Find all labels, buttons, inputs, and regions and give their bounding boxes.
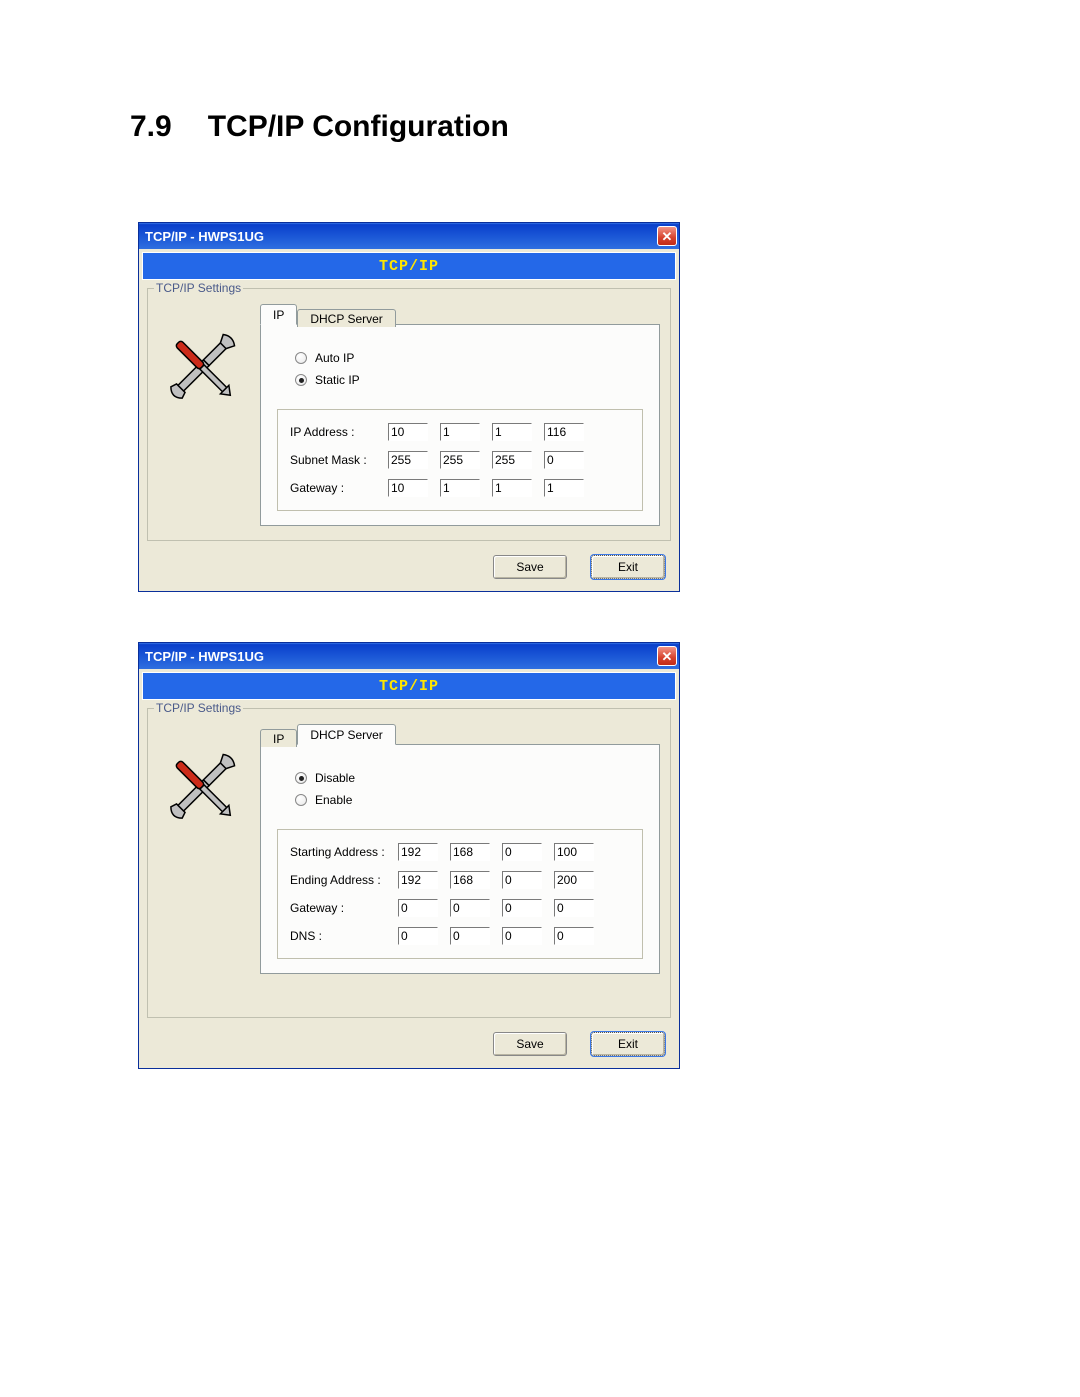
radio-disable[interactable]: Disable [295,767,643,789]
label-ending-address: Ending Address : [290,873,398,887]
radio-label: Auto IP [315,351,354,365]
label-gateway: Gateway : [290,901,398,915]
exit-button[interactable]: Exit [591,1032,665,1056]
tcpip-dialog-ip: TCP/IP - HWPS1UG ✕ TCP/IP TCP/IP Setting… [138,222,680,592]
end-octet-4[interactable]: 200 [554,871,594,889]
section-heading: 7.9 TCP/IP Configuration [130,110,950,144]
save-button[interactable]: Save [493,1032,567,1056]
tcpip-dialog-dhcp: TCP/IP - HWPS1UG ✕ TCP/IP TCP/IP Setting… [138,642,680,1069]
dns-octet-4[interactable]: 0 [554,927,594,945]
dhcp-fields-group: Starting Address : 192 168 0 100 Ending … [277,829,643,959]
gateway-octet-4[interactable]: 0 [554,899,594,917]
gateway-octet-2[interactable]: 0 [450,899,490,917]
radio-icon [295,374,307,386]
gateway-octet-1[interactable]: 0 [398,899,438,917]
ip-octet-2[interactable]: 1 [440,423,480,441]
tcpip-banner: TCP/IP [142,252,676,280]
ip-octet-3[interactable]: 1 [492,423,532,441]
radio-icon [295,352,307,364]
row-starting-address: Starting Address : 192 168 0 100 [290,838,630,866]
heading-number: 7.9 [130,110,172,144]
row-dns: DNS : 0 0 0 0 [290,922,630,950]
tab-ip[interactable]: IP [260,729,297,747]
end-octet-3[interactable]: 0 [502,871,542,889]
subnet-octet-2[interactable]: 255 [440,451,480,469]
exit-button[interactable]: Exit [591,555,665,579]
tab-dhcp-server[interactable]: DHCP Server [297,309,395,327]
tcpip-settings-groupbox: TCP/IP Settings IP [147,708,671,1018]
ip-octet-1[interactable]: 10 [388,423,428,441]
row-subnet-mask: Subnet Mask : 255 255 255 0 [290,446,630,474]
radio-label: Enable [315,793,352,807]
tcpip-banner: TCP/IP [142,672,676,700]
radio-enable[interactable]: Enable [295,789,643,811]
tools-icon [160,745,244,829]
window-title: TCP/IP - HWPS1UG [145,649,264,664]
gateway-octet-4[interactable]: 1 [544,479,584,497]
dhcp-tab-panel: Disable Enable Starting Address : 192 16… [260,744,660,974]
titlebar[interactable]: TCP/IP - HWPS1UG ✕ [139,223,679,249]
tcpip-settings-groupbox: TCP/IP Settings [147,288,671,541]
label-gateway: Gateway : [290,481,388,495]
row-ip-address: IP Address : 10 1 1 116 [290,418,630,446]
radio-label: Disable [315,771,355,785]
label-dns: DNS : [290,929,398,943]
radio-auto-ip[interactable]: Auto IP [295,347,643,369]
dns-octet-3[interactable]: 0 [502,927,542,945]
start-octet-4[interactable]: 100 [554,843,594,861]
gateway-octet-3[interactable]: 1 [492,479,532,497]
close-icon[interactable]: ✕ [657,226,677,246]
window-title: TCP/IP - HWPS1UG [145,229,264,244]
start-octet-2[interactable]: 168 [450,843,490,861]
save-button[interactable]: Save [493,555,567,579]
ip-fields-group: IP Address : 10 1 1 116 Subnet Mask : 25… [277,409,643,511]
tab-dhcp-server[interactable]: DHCP Server [297,724,395,745]
row-ending-address: Ending Address : 192 168 0 200 [290,866,630,894]
titlebar[interactable]: TCP/IP - HWPS1UG ✕ [139,643,679,669]
label-ip-address: IP Address : [290,425,388,439]
end-octet-1[interactable]: 192 [398,871,438,889]
start-octet-1[interactable]: 192 [398,843,438,861]
ip-octet-4[interactable]: 116 [544,423,584,441]
radio-icon [295,794,307,806]
gateway-octet-3[interactable]: 0 [502,899,542,917]
radio-static-ip[interactable]: Static IP [295,369,643,391]
row-gateway: Gateway : 10 1 1 1 [290,474,630,502]
heading-title: TCP/IP Configuration [208,110,509,144]
groupbox-label: TCP/IP Settings [154,701,243,715]
label-starting-address: Starting Address : [290,845,398,859]
dns-octet-1[interactable]: 0 [398,927,438,945]
label-subnet-mask: Subnet Mask : [290,453,388,467]
tab-ip[interactable]: IP [260,304,297,325]
ip-tab-panel: Auto IP Static IP IP Address : 10 1 1 [260,324,660,526]
end-octet-2[interactable]: 168 [450,871,490,889]
groupbox-label: TCP/IP Settings [154,281,243,295]
row-gateway: Gateway : 0 0 0 0 [290,894,630,922]
gateway-octet-1[interactable]: 10 [388,479,428,497]
radio-label: Static IP [315,373,360,387]
subnet-octet-1[interactable]: 255 [388,451,428,469]
dns-octet-2[interactable]: 0 [450,927,490,945]
subnet-octet-3[interactable]: 255 [492,451,532,469]
subnet-octet-4[interactable]: 0 [544,451,584,469]
radio-icon [295,772,307,784]
gateway-octet-2[interactable]: 1 [440,479,480,497]
start-octet-3[interactable]: 0 [502,843,542,861]
close-icon[interactable]: ✕ [657,646,677,666]
tools-icon [160,325,244,409]
